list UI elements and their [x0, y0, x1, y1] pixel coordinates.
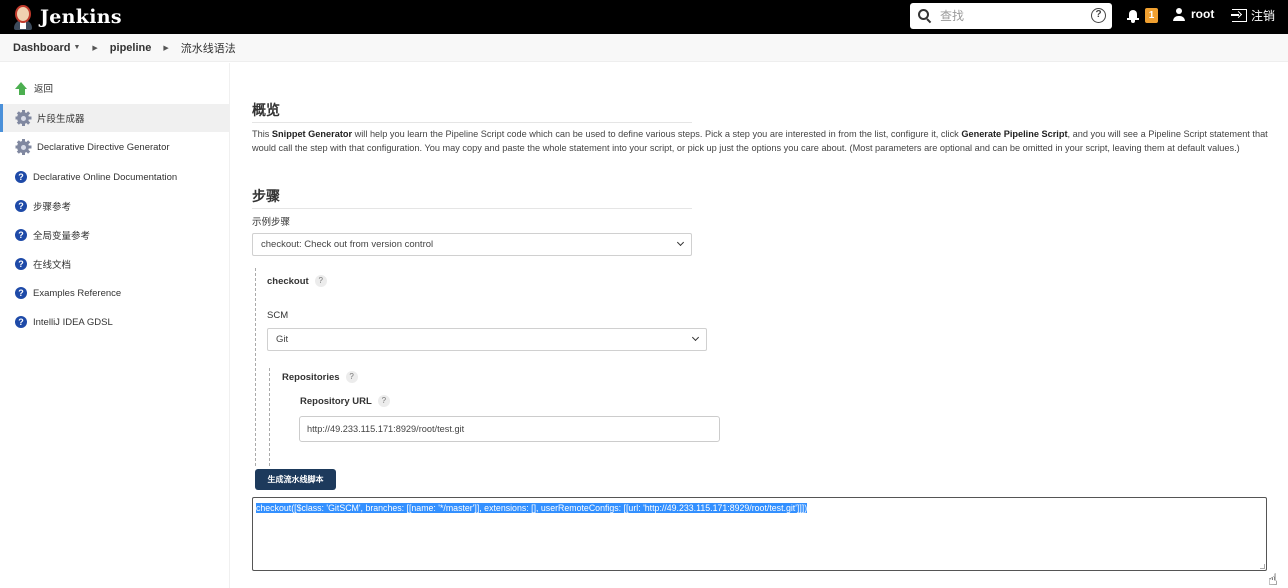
repositories-help-icon[interactable]: ? [345, 371, 358, 383]
generated-script-output[interactable]: checkout([$class: 'GitSCM', branches: [[… [252, 497, 1267, 571]
sidebar-item-global-variables-reference[interactable]: ? 全局变量参考 [0, 222, 230, 248]
repositories-label-text: Repositories [282, 371, 340, 383]
sidebar-item-label: 返回 [34, 84, 54, 95]
top-header: Jenkins ? 1 root 注销 [0, 0, 1288, 34]
checkout-label-text: checkout [267, 275, 309, 287]
checkout-label: checkout ? [267, 275, 327, 287]
jenkins-butler-icon [12, 4, 34, 30]
gear-icon [15, 139, 31, 155]
repository-url-label-text: Repository URL [300, 395, 372, 407]
hand-cursor-icon: ☝ [1268, 572, 1278, 588]
description-bold-generate-pipeline-script: Generate Pipeline Script [961, 129, 1068, 139]
logout-icon [1231, 9, 1247, 22]
help-icon: ? [15, 287, 27, 299]
sidebar-item-label: 全局变量参考 [33, 231, 91, 242]
sidebar-item-examples-reference[interactable]: ? Examples Reference [0, 280, 230, 306]
breadcrumb-pipeline[interactable]: pipeline [110, 42, 152, 54]
breadcrumb-separator-icon: ▶ [163, 44, 169, 52]
sidebar-item-label: 片段生成器 [37, 114, 85, 125]
sidebar-item-snippet-generator[interactable]: 片段生成器 [0, 104, 230, 132]
steps-heading: 步骤 [252, 186, 692, 209]
sidebar-item-label: Declarative Online Documentation [33, 171, 178, 183]
notification-badge[interactable]: 1 [1145, 8, 1158, 23]
repository-url-value: http://49.233.115.171:8929/root/test.git [307, 424, 465, 434]
search-icon [918, 9, 932, 23]
sidebar-item-label: Examples Reference [33, 287, 122, 299]
scm-select[interactable]: Git [267, 328, 707, 351]
repository-url-label: Repository URL ? [300, 395, 390, 407]
chevron-down-icon[interactable]: ▼ [73, 44, 80, 51]
sidebar-item-label: Declarative Directive Generator [37, 141, 170, 153]
overview-heading: 概览 [252, 100, 692, 123]
breadcrumb-separator-icon: ▶ [92, 44, 98, 52]
breadcrumb: Dashboard ▼ ▶ pipeline ▶ 流水线语法 [0, 34, 1288, 62]
help-icon: ? [15, 316, 27, 328]
checkout-help-icon[interactable]: ? [314, 275, 327, 287]
sidebar-item-intellij-idea-gdsl[interactable]: ? IntelliJ IDEA GDSL [0, 309, 230, 335]
description-text: will help you learn the Pipeline Script … [352, 129, 962, 139]
sidebar-item-label: 在线文档 [33, 260, 72, 271]
help-icon: ? [15, 200, 27, 212]
sample-step-select[interactable]: checkout: Check out from version control [252, 233, 692, 256]
description-text: This [252, 129, 272, 139]
chevron-down-icon [676, 238, 685, 247]
app-name: Jenkins [40, 6, 122, 28]
checkout-section-border [255, 268, 256, 466]
sidebar-item-online-documentation[interactable]: ? 在线文档 [0, 251, 230, 277]
scm-value: Git [276, 334, 289, 345]
breadcrumb-pipeline-syntax[interactable]: 流水线语法 [181, 40, 236, 56]
breadcrumb-dashboard[interactable]: Dashboard [13, 42, 70, 54]
help-icon: ? [15, 171, 27, 183]
chevron-down-icon [691, 333, 700, 342]
sidebar-item-label: IntelliJ IDEA GDSL [33, 316, 113, 328]
jenkins-logo-link[interactable]: Jenkins [12, 0, 122, 34]
scm-label: SCM [267, 310, 289, 321]
generated-script-text[interactable]: checkout([$class: 'GitSCM', branches: [[… [256, 503, 808, 513]
sidebar-item-declarative-directive-generator[interactable]: Declarative Directive Generator [0, 134, 230, 160]
up-arrow-icon [15, 81, 28, 95]
sidebar-item-label: 步骤参考 [33, 202, 72, 213]
sidebar-item-declarative-online-documentation[interactable]: ? Declarative Online Documentation [0, 164, 230, 190]
resize-handle-icon[interactable] [1260, 564, 1265, 569]
logout-label: 注销 [1251, 9, 1276, 23]
gear-icon [15, 110, 31, 126]
description-bold-snippet-generator: Snippet Generator [271, 129, 353, 139]
user-menu[interactable]: root [1173, 7, 1214, 21]
logout-link[interactable]: 注销 [1231, 7, 1276, 24]
username: root [1191, 7, 1215, 21]
sample-step-label: 示例步骤 [252, 217, 291, 228]
sidebar-item-steps-reference[interactable]: ? 步骤参考 [0, 193, 230, 219]
help-icon: ? [15, 229, 27, 241]
search-box[interactable]: ? [910, 3, 1112, 29]
repository-url-input[interactable]: http://49.233.115.171:8929/root/test.git [299, 416, 720, 442]
user-icon [1173, 7, 1185, 21]
repositories-section-border [269, 368, 270, 466]
sample-step-value: checkout: Check out from version control [261, 239, 434, 250]
search-help-icon[interactable]: ? [1091, 8, 1106, 23]
repositories-label: Repositories ? [282, 371, 358, 383]
repository-url-help-icon[interactable]: ? [377, 395, 390, 407]
generate-pipeline-script-button[interactable]: 生成流水线脚本 [255, 469, 336, 490]
sidebar: 返回 片段生成器 Declarative Directive Generator… [0, 63, 230, 588]
help-icon: ? [15, 258, 27, 270]
search-input[interactable] [940, 9, 1080, 23]
snippet-description: This Snippet Generator will help you lea… [252, 127, 1272, 155]
sidebar-item-back[interactable]: 返回 [0, 75, 230, 101]
